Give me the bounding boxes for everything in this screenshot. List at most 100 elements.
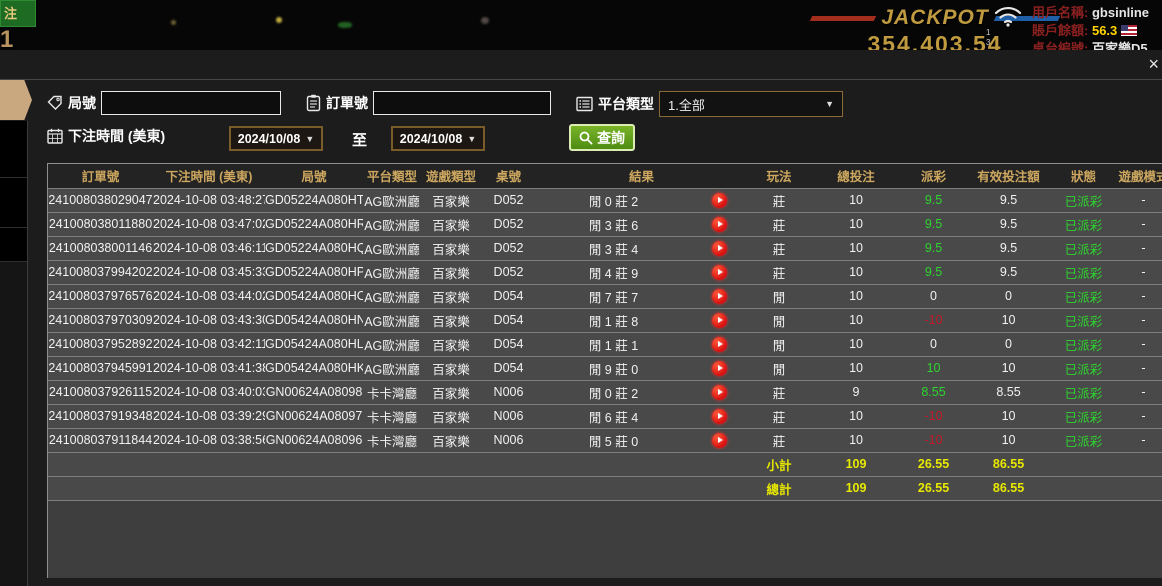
list-icon bbox=[576, 96, 593, 112]
close-icon[interactable]: × bbox=[1148, 55, 1159, 73]
play-type-cell: 莊 bbox=[747, 428, 811, 452]
empty-cell bbox=[48, 452, 747, 476]
play-icon[interactable] bbox=[712, 337, 727, 352]
date-from-value: 2024/10/08 bbox=[238, 132, 301, 146]
game-type-cell: 百家樂 bbox=[421, 236, 481, 260]
platform-select[interactable]: 1.全部 ▼ bbox=[659, 91, 843, 117]
table-row: 2410080380290472024-10-08 03:48:27GD0522… bbox=[48, 188, 1162, 212]
signal-quality-lines: 13 bbox=[986, 28, 990, 48]
play-icon[interactable] bbox=[712, 217, 727, 232]
table-body: 2410080380290472024-10-08 03:48:27GD0522… bbox=[48, 188, 1162, 500]
round-cell: GD05424A080HN bbox=[265, 308, 363, 332]
total-bet-cell: 10 bbox=[811, 428, 901, 452]
play-icon[interactable] bbox=[712, 361, 727, 376]
table-no-cell: D052 bbox=[481, 260, 536, 284]
play-icon[interactable] bbox=[712, 289, 727, 304]
game-type-cell: 百家樂 bbox=[421, 260, 481, 284]
jackpot-red-bar bbox=[810, 16, 876, 21]
platform-cell: AG歐洲廳 bbox=[363, 212, 421, 236]
play-icon[interactable] bbox=[712, 193, 727, 208]
bettime-label: 下注時間 (美東) bbox=[68, 126, 165, 146]
date-to-picker[interactable]: 2024/10/08 ▼ bbox=[391, 126, 485, 151]
status-cell: 已派彩 bbox=[1051, 260, 1116, 284]
order-input[interactable] bbox=[373, 91, 551, 115]
balance-label: 賬戶餘額: bbox=[1032, 23, 1088, 38]
payout-cell: 9.5 bbox=[901, 212, 966, 236]
empty-cell bbox=[1051, 476, 1116, 500]
table-row: 2410080379942022024-10-08 03:45:33GD0522… bbox=[48, 260, 1162, 284]
empty-cell bbox=[1116, 452, 1162, 476]
payout-cell: -10 bbox=[901, 428, 966, 452]
play-type-cell: 莊 bbox=[747, 380, 811, 404]
platform-filter: 平台類型 1.全部 ▼ bbox=[576, 91, 843, 117]
play-icon[interactable] bbox=[712, 409, 727, 424]
game-mode-cell: - bbox=[1116, 260, 1162, 284]
platform-cell: 卡卡灣廳 bbox=[363, 380, 421, 404]
result-cell: 閒 9 莊 0 bbox=[536, 356, 691, 380]
search-button[interactable]: 查詢 bbox=[569, 124, 635, 151]
tag-icon bbox=[47, 95, 63, 111]
round-filter: 局號 bbox=[47, 91, 281, 115]
play-icon[interactable] bbox=[712, 265, 727, 280]
bet-time-cell: 2024-10-08 03:41:38 bbox=[153, 356, 265, 380]
result-cell: 閒 1 莊 8 bbox=[536, 308, 691, 332]
sidebar-tile[interactable] bbox=[0, 121, 27, 178]
round-input[interactable] bbox=[101, 91, 281, 115]
total-row: 總計10926.5586.55 bbox=[48, 476, 1162, 500]
replay-cell bbox=[691, 332, 747, 356]
table-row: 2410080379528922024-10-08 03:42:11GD0542… bbox=[48, 332, 1162, 356]
replay-cell bbox=[691, 236, 747, 260]
us-flag-icon bbox=[1121, 25, 1137, 36]
date-from-picker[interactable]: 2024/10/08 ▼ bbox=[229, 126, 323, 151]
game-mode-cell: - bbox=[1116, 380, 1162, 404]
order-cell: 241008037919348 bbox=[48, 404, 153, 428]
search-icon bbox=[579, 131, 593, 145]
user-name-line: 用戶名稱: gbsinline bbox=[1032, 2, 1162, 20]
play-icon[interactable] bbox=[712, 433, 727, 448]
column-header: 有效投注額 bbox=[966, 164, 1051, 188]
play-icon[interactable] bbox=[712, 313, 727, 328]
result-cell: 閒 3 莊 6 bbox=[536, 212, 691, 236]
valid-bet-cell: 9.5 bbox=[966, 188, 1051, 212]
status-cell: 已派彩 bbox=[1051, 428, 1116, 452]
status-cell: 已派彩 bbox=[1051, 332, 1116, 356]
replay-cell bbox=[691, 428, 747, 452]
wifi-icon bbox=[993, 4, 1023, 28]
bet-time-cell: 2024-10-08 03:42:11 bbox=[153, 332, 265, 356]
payout-cell: 9.5 bbox=[901, 236, 966, 260]
play-icon[interactable] bbox=[712, 385, 727, 400]
table-row: 2410080379459912024-10-08 03:41:38GD0542… bbox=[48, 356, 1162, 380]
round-cell: GN00624A08098 bbox=[265, 380, 363, 404]
column-header: 派彩 bbox=[901, 164, 966, 188]
sidebar-tile[interactable] bbox=[0, 178, 27, 228]
table-row: 2410080379118442024-10-08 03:38:56GN0062… bbox=[48, 428, 1162, 452]
game-type-cell: 百家樂 bbox=[421, 404, 481, 428]
sidebar-tile[interactable] bbox=[0, 228, 27, 262]
platform-cell: AG歐洲廳 bbox=[363, 236, 421, 260]
round-cell: GD05224A080HQ bbox=[265, 236, 363, 260]
sidebar-column bbox=[0, 121, 28, 586]
bet-records-table: 訂單號下注時間 (美東)局號平台類型遊戲類型桌號結果玩法總投注派彩有效投注額狀態… bbox=[48, 164, 1162, 501]
calendar-icon bbox=[47, 128, 63, 144]
total-bet-cell: 10 bbox=[811, 188, 901, 212]
game-type-cell: 百家樂 bbox=[421, 380, 481, 404]
summary-payout-cell: 26.55 bbox=[901, 476, 966, 500]
payout-cell: 9.5 bbox=[901, 188, 966, 212]
status-cell: 已派彩 bbox=[1051, 212, 1116, 236]
valid-bet-cell: 9.5 bbox=[966, 212, 1051, 236]
result-cell: 閒 0 莊 2 bbox=[536, 188, 691, 212]
platform-cell: AG歐洲廳 bbox=[363, 188, 421, 212]
play-type-cell: 閒 bbox=[747, 356, 811, 380]
game-mode-cell: - bbox=[1116, 428, 1162, 452]
platform-cell: AG歐洲廳 bbox=[363, 332, 421, 356]
table-light-dot bbox=[481, 17, 489, 24]
empty-cell bbox=[1051, 452, 1116, 476]
play-icon[interactable] bbox=[712, 241, 727, 256]
order-cell: 241008037970309 bbox=[48, 308, 153, 332]
game-type-cell: 百家樂 bbox=[421, 212, 481, 236]
empty-cell bbox=[48, 476, 747, 500]
table-no-cell: D054 bbox=[481, 308, 536, 332]
result-cell: 閒 0 莊 2 bbox=[536, 380, 691, 404]
status-cell: 已派彩 bbox=[1051, 284, 1116, 308]
order-cell: 241008037911844 bbox=[48, 428, 153, 452]
